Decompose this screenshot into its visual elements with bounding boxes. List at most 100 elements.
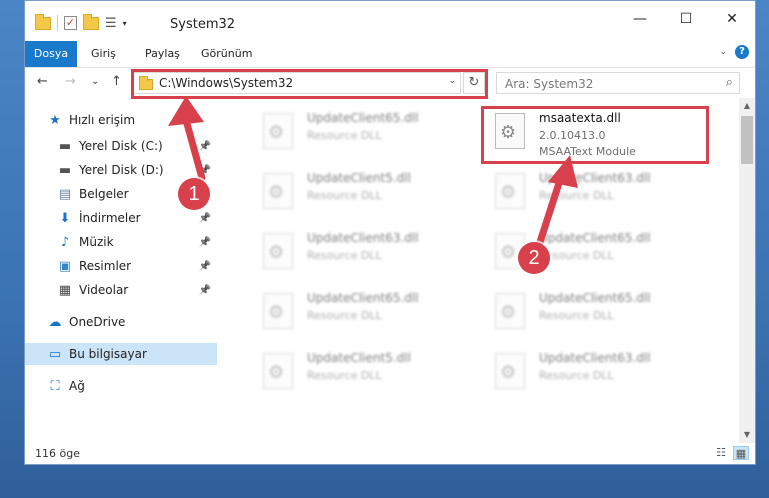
file-item[interactable]: UpdateClient63.dll Resource DLL [487, 167, 711, 219]
file-name: UpdateClient65.dll [307, 111, 419, 125]
ribbon-tabs: Dosya Giriş Paylaş Görünüm ⌄ ? [25, 41, 755, 68]
pin-icon[interactable]: 📌 [199, 213, 211, 224]
nav-item[interactable]: ▦ Videolar 📌 [25, 279, 217, 301]
tab-share[interactable]: Paylaş [145, 41, 180, 67]
tab-file[interactable]: Dosya [25, 41, 77, 67]
videos-icon: ▦ [58, 282, 72, 298]
nav-item-label: Yerel Disk (D:) [79, 163, 164, 177]
maximize-button[interactable]: ☐ [663, 1, 709, 37]
close-button[interactable]: ✕ [709, 1, 755, 37]
status-bar: 116 öge ☷ ▦ [25, 443, 755, 464]
file-item[interactable]: UpdateClient65.dll Resource DLL [255, 287, 479, 339]
file-detail: Resource DLL [307, 189, 382, 202]
music-icon: ♪ [60, 234, 70, 250]
address-bar[interactable]: C:\Windows\System32 ⌄ [132, 72, 461, 94]
file-item[interactable]: UpdateClient65.dll Resource DLL [487, 287, 711, 339]
minimize-button[interactable]: — [617, 1, 663, 37]
file-detail: Resource DLL [539, 189, 614, 202]
file-name: UpdateClient65.dll [539, 231, 651, 245]
file-detail: Resource DLL [307, 249, 382, 262]
file-description: MSAAText Module [539, 145, 636, 158]
file-name: UpdateClient63.dll [539, 171, 651, 185]
navigation-pane: ★ Hızlı erişim ▬ Yerel Disk (C:) 📌 ▬ Yerel Dis… [25, 101, 217, 441]
scroll-thumb[interactable] [741, 116, 753, 164]
quick-access-toolbar: ✓ ☰ ▾ [35, 13, 127, 31]
pin-icon[interactable]: 📌 [199, 285, 211, 296]
properties-check-icon[interactable]: ✓ [64, 16, 77, 30]
dll-file-icon [263, 293, 293, 329]
dll-file-icon [495, 113, 525, 149]
recent-locations-icon[interactable]: ⌄ [91, 76, 99, 87]
address-path[interactable]: C:\Windows\System32 [159, 76, 293, 90]
nav-item-label: Videolar [79, 283, 129, 297]
nav-item[interactable]: ▣ Resimler 📌 [25, 255, 217, 277]
file-name: UpdateClient65.dll [307, 291, 419, 305]
dll-file-icon [263, 353, 293, 389]
ribbon-right: ⌄ ? [719, 45, 749, 59]
search-icon[interactable]: ⌕ [726, 75, 733, 90]
file-detail: Resource DLL [307, 369, 382, 382]
file-item[interactable]: UpdateClient63.dll Resource DLL [487, 347, 711, 399]
nav-item[interactable]: ▬ Yerel Disk (D:) 📌 [25, 159, 217, 181]
nav-item-label: Resimler [79, 259, 132, 273]
file-name: UpdateClient5.dll [307, 171, 411, 185]
pin-icon[interactable]: 📌 [199, 261, 211, 272]
nav-item[interactable]: ⬇ İndirmeler 📌 [25, 207, 217, 229]
qat-dropdown-icon[interactable]: ▾ [123, 19, 127, 28]
pin-icon[interactable]: 📌 [199, 165, 211, 176]
file-item[interactable]: UpdateClient65.dll Resource DLL [255, 107, 479, 159]
pictures-icon: ▣ [58, 258, 72, 274]
search-input[interactable]: Ara: System32 ⌕ [496, 72, 740, 94]
documents-icon: ▤ [58, 186, 72, 202]
file-detail: Resource DLL [539, 249, 614, 262]
nav-item[interactable]: ★ Hızlı erişim [25, 109, 217, 131]
file-detail: 2.0.10413.0 [539, 129, 606, 142]
scroll-down-icon[interactable]: ▼ [739, 427, 755, 443]
title-bar: ✓ ☰ ▾ System32 — ☐ ✕ [25, 1, 755, 41]
file-detail: Resource DLL [539, 309, 614, 322]
nav-item-label: Hızlı erişim [69, 113, 136, 127]
forward-arrow-icon[interactable]: → [65, 74, 76, 89]
nav-item[interactable]: ♪ Müzik 📌 [25, 231, 217, 253]
nav-item[interactable]: ☁ OneDrive [25, 311, 217, 333]
tab-view[interactable]: Görünüm [201, 41, 252, 67]
tab-home[interactable]: Giriş [91, 41, 116, 67]
help-icon[interactable]: ? [735, 45, 749, 59]
file-item[interactable]: UpdateClient5.dll Resource DLL [255, 347, 479, 399]
dll-file-icon [263, 113, 293, 149]
separator [57, 15, 58, 31]
tiles-view-icon[interactable]: ▦ [733, 446, 749, 460]
address-dropdown-icon[interactable]: ⌄ [448, 76, 456, 86]
nav-item[interactable]: ⛶ Ağ [25, 375, 217, 397]
file-detail: Resource DLL [307, 309, 382, 322]
file-item[interactable]: msaatexta.dll 2.0.10413.0 MSAAText Module [487, 107, 711, 159]
refresh-button[interactable]: ↻ [463, 72, 485, 94]
file-detail: Resource DLL [539, 369, 614, 382]
nav-item[interactable]: ▬ Yerel Disk (C:) 📌 [25, 135, 217, 157]
pin-icon[interactable]: 📌 [199, 141, 211, 152]
file-name: UpdateClient63.dll [539, 351, 651, 365]
ribbon-collapse-icon[interactable]: ⌄ [719, 47, 727, 57]
file-list: UpdateClient65.dll Resource DLL msaatexta.… [217, 101, 739, 441]
new-folder-icon[interactable] [83, 13, 99, 30]
nav-item-label: Ağ [69, 379, 85, 393]
nav-item[interactable]: ▭ Bu bilgisayar [25, 343, 217, 365]
dll-file-icon [495, 293, 525, 329]
vertical-scrollbar[interactable]: ▲ ▼ [739, 98, 755, 443]
customize-icon[interactable]: ☰ [105, 16, 117, 31]
dll-file-icon [263, 233, 293, 269]
nav-item-label: OneDrive [69, 315, 126, 329]
back-arrow-icon[interactable]: ← [37, 74, 48, 89]
file-item[interactable]: UpdateClient5.dll Resource DLL [255, 167, 479, 219]
file-name: UpdateClient63.dll [307, 231, 419, 245]
details-view-icon[interactable]: ☷ [713, 446, 729, 460]
file-item[interactable]: UpdateClient63.dll Resource DLL [255, 227, 479, 279]
dll-file-icon [495, 353, 525, 389]
scroll-up-icon[interactable]: ▲ [739, 98, 755, 114]
up-arrow-icon[interactable]: ↑ [111, 74, 122, 89]
explorer-window: ✓ ☰ ▾ System32 — ☐ ✕ Dosya Giriş Paylaş … [24, 0, 756, 465]
item-count: 116 öge [35, 447, 80, 460]
nav-item-label: Müzik [79, 235, 114, 249]
file-name: UpdateClient65.dll [539, 291, 651, 305]
pin-icon[interactable]: 📌 [199, 237, 211, 248]
